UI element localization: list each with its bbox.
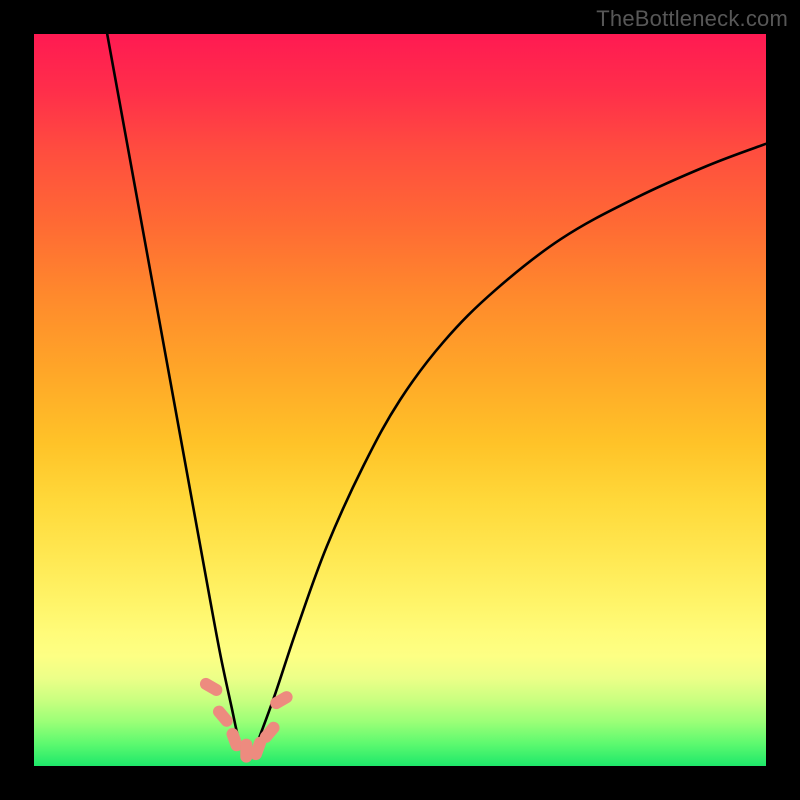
- outer-frame: TheBottleneck.com: [0, 0, 800, 800]
- plot-area: [34, 34, 766, 766]
- heat-gradient-background: [34, 34, 766, 766]
- watermark-text: TheBottleneck.com: [596, 6, 788, 32]
